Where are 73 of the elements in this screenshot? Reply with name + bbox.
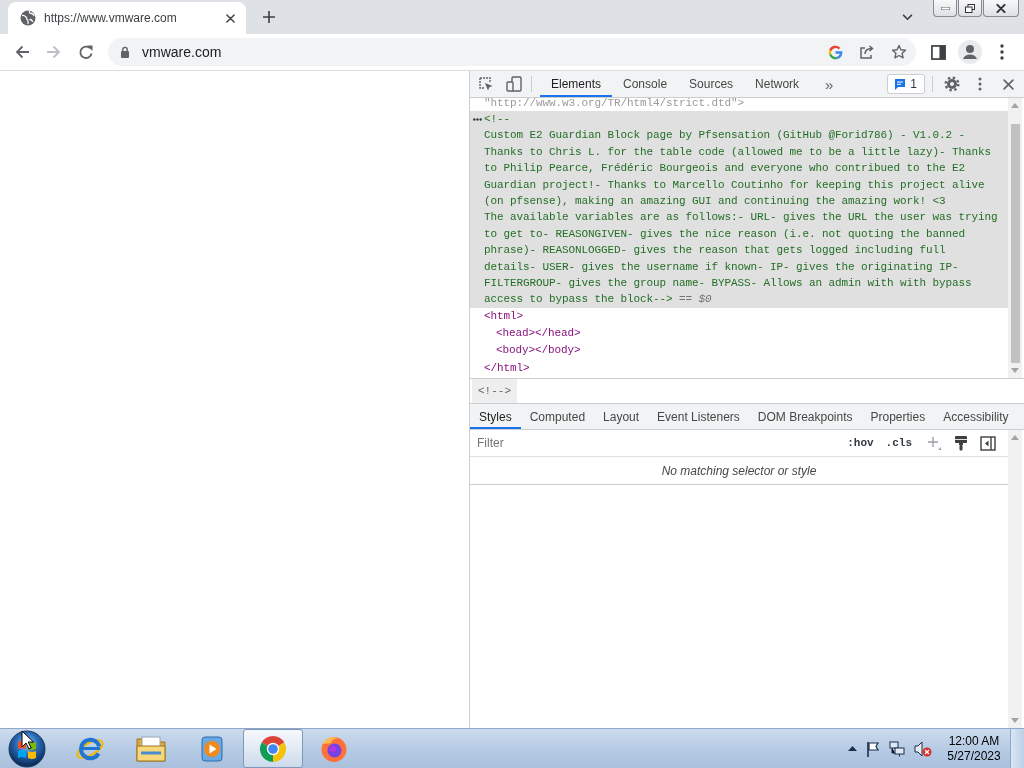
media-player-icon[interactable] [198, 734, 226, 763]
flag-icon[interactable] [866, 740, 880, 757]
sidebar-tab[interactable]: Accessibility [934, 404, 1018, 429]
avatar-icon [958, 40, 982, 64]
up-arrow-icon[interactable] [848, 746, 857, 751]
plus-icon [262, 10, 276, 24]
star-icon [891, 44, 907, 60]
new-tab-button[interactable] [261, 9, 277, 25]
inspect-icon [478, 76, 494, 92]
sidebar-toggle-icon [980, 435, 996, 451]
scroll-up-icon[interactable] [1011, 103, 1019, 108]
panel-tab[interactable]: Elements [540, 71, 613, 97]
profile-button[interactable] [956, 38, 984, 66]
network-icon[interactable] [889, 740, 905, 757]
panel-tab[interactable]: Network [744, 71, 811, 97]
minimize-icon [940, 6, 950, 10]
lock-icon [120, 46, 130, 58]
close-icon [996, 3, 1006, 13]
globe-icon [20, 10, 36, 26]
forward-arrow-icon [46, 44, 62, 60]
closing-tag: </html> [484, 359, 530, 378]
device-icon [506, 76, 522, 92]
doctype-text: "http://www.w3.org/TR/html4/strict.dtd"> [484, 98, 745, 111]
empty-message: No matching selector or style [661, 463, 817, 478]
gear-icon [944, 76, 960, 92]
browser-tab[interactable]: https://www.vmware.com [8, 2, 246, 34]
scrollbar-thumb[interactable] [1010, 124, 1020, 363]
back-arrow-icon [14, 44, 30, 60]
message-icon [894, 78, 907, 90]
scroll-down-icon[interactable] [1011, 718, 1019, 723]
dom-node[interactable]: <html> [484, 307, 523, 326]
element-state-button[interactable]: :hov [842, 432, 879, 454]
paint-brush-icon [954, 435, 968, 451]
chevron-down-icon [901, 13, 913, 21]
sidebar-tab[interactable]: Properties [861, 404, 935, 429]
panel-tab[interactable]: Sources [678, 71, 745, 97]
close-window-button[interactable] [983, 0, 1019, 17]
address-bar[interactable]: vmware.com [108, 38, 916, 66]
g-logo-icon [827, 44, 843, 60]
restore-icon [965, 3, 975, 13]
sidebar-tab[interactable]: DOM Breakpoints [748, 404, 862, 429]
panel-tab[interactable]: Console [612, 71, 679, 97]
clock-time[interactable]: 12:00 AM [948, 733, 1000, 749]
sidebar-tab[interactable]: Event Listeners [648, 404, 749, 429]
ellipsis-icon[interactable] [473, 118, 482, 121]
taskbar-app-button[interactable] [243, 729, 303, 768]
mouse-pointer-icon [21, 730, 34, 750]
close-icon [1002, 78, 1014, 90]
chrome-icon[interactable] [259, 734, 287, 763]
issues-button[interactable]: 1 [887, 74, 925, 94]
reload-icon [78, 44, 94, 60]
kebab-menu-icon [1000, 44, 1004, 60]
sidebar-tab[interactable]: Styles [470, 404, 521, 429]
clock-date[interactable]: 5/27/2023 [947, 748, 1001, 764]
kebab-menu-icon [978, 77, 982, 91]
breadcrumb[interactable]: <!--> [472, 379, 517, 403]
sidebar-tab[interactable]: Layout [594, 404, 649, 429]
scroll-up-icon[interactable] [1011, 435, 1019, 440]
muted-speaker-icon[interactable] [914, 740, 932, 757]
restore-button[interactable] [958, 0, 982, 17]
comment-node[interactable]: <!-- Custom E2 Guardian Block page by Pfsensation (GitHub @Forid786) - V1.0.2 - Thanks to Chris L. for the table code (allowed me to be a little lazy)- Thanks to Philip Pearce, Frédéric Bourgeois and everyone who contribued to the E2 Guardian project!- Thanks to Marcello Coutinho for keeping this project alive (on pfsense), making an amazing GUI and continuing the amazing work! <3 The available variables are as follows:- URL- gives the URL the user was trying to get to- REASONGIVEN- gives the nice reason (i.e. not quoting the banned phrase)- REASONLOGGED- gives the reason that gets logged including full details- USER- gives the username if known- IP- gives the originating IP- FILTERGROUP- gives the group name- BYPASS- Allows an admin with with bypass access to bypass the block--> == $0 [484, 111, 998, 308]
sidebar-tab[interactable]: Computed [520, 404, 595, 429]
dom-node[interactable]: <body></body> [496, 342, 581, 360]
plus-icon [927, 436, 941, 450]
share-icon [859, 44, 875, 60]
dom-node[interactable]: <head></head> [496, 325, 581, 343]
firefox-icon[interactable] [320, 734, 348, 763]
side-panel-icon [930, 44, 946, 60]
class-toggle-button[interactable]: .cls [880, 432, 917, 454]
close-icon [225, 13, 235, 23]
scroll-down-icon[interactable] [1011, 368, 1019, 373]
folder-icon[interactable] [135, 734, 167, 763]
more-tabs-button[interactable]: » [819, 72, 840, 96]
